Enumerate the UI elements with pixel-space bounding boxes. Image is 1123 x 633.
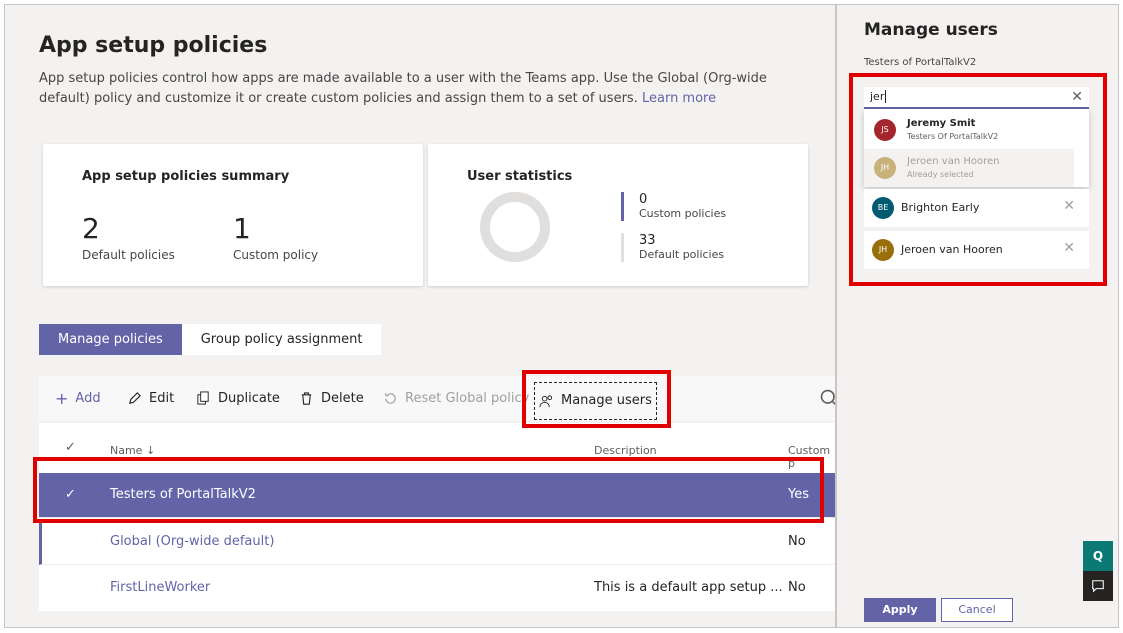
search-value: jer <box>870 90 885 103</box>
custom-policy-label: Custom policy <box>233 248 319 262</box>
stat-default: 33 Default policies <box>621 233 724 262</box>
remove-user-icon[interactable]: ✕ <box>1063 240 1075 256</box>
manage-users-button[interactable]: Manage users <box>534 382 657 420</box>
selected-user-item: BE Brighton Early ✕ <box>864 189 1089 227</box>
text-cursor <box>885 90 887 103</box>
name-column-header[interactable]: Name ↓ <box>110 444 155 457</box>
manage-users-label: Manage users <box>561 393 652 408</box>
people-icon <box>539 394 553 407</box>
panel-subtitle: Testers of PortalTalkV2 <box>864 57 977 68</box>
chat-bubble-icon <box>1092 580 1104 593</box>
tab-manage-policies[interactable]: Manage policies <box>39 324 182 355</box>
policies-table: ✓ Name ↓ Description Custom p ✓ Testers … <box>39 423 835 611</box>
page-description: App setup policies control how apps are … <box>39 69 809 109</box>
app-frame: App setup policies App setup policies co… <box>0 0 1123 633</box>
command-toolbar: + Add Edit Duplicate Delete Reset Global… <box>39 376 836 421</box>
feedback-icon[interactable]: Q <box>1083 541 1113 571</box>
user-suggestions-dropdown: JS Jeremy Smit Testers Of PortalTalkV2 J… <box>864 109 1089 187</box>
tab-bar: Manage policies Group policy assignment <box>39 324 382 355</box>
selected-user-name: Brighton Early <box>901 201 980 214</box>
edit-label: Edit <box>149 391 175 406</box>
manage-users-panel: Manage users Testers of PortalTalkV2 jer… <box>836 4 1119 628</box>
selected-user-item: JH Jeroen van Hooren ✕ <box>864 231 1089 269</box>
row-name: Testers of PortalTalkV2 <box>110 487 256 502</box>
cancel-button[interactable]: Cancel <box>941 598 1013 622</box>
remove-user-icon[interactable]: ✕ <box>1063 198 1075 214</box>
stat-default-count: 33 <box>639 233 656 248</box>
name-header-label: Name <box>110 444 143 457</box>
custom-column-header: Custom p <box>788 444 831 470</box>
plus-icon: + <box>55 389 69 408</box>
avatar: BE <box>872 197 894 219</box>
table-row[interactable]: FirstLineWorker This is a default app se… <box>39 566 835 611</box>
default-policies-count: 2 <box>82 212 100 245</box>
stat-custom: 0 Custom policies <box>621 192 726 221</box>
delete-button[interactable]: Delete <box>299 376 364 421</box>
row-custom: No <box>788 534 806 549</box>
reset-icon <box>385 392 396 404</box>
pencil-icon <box>129 392 141 404</box>
user-statistics-card: User statistics 0 Custom policies 33 Def… <box>428 144 808 286</box>
stat-custom-count: 0 <box>639 192 648 207</box>
page-title: App setup policies <box>39 33 268 58</box>
search-icon[interactable] <box>819 388 836 408</box>
row-custom: Yes <box>788 487 809 502</box>
sort-down-icon: ↓ <box>145 444 156 457</box>
duplicate-button[interactable]: Duplicate <box>196 376 280 421</box>
panel-title: Manage users <box>864 20 998 40</box>
suggestion-item: JH Jeroen van Hooren Already selected <box>864 149 1074 187</box>
duplicate-label: Duplicate <box>218 391 280 406</box>
table-header: ✓ Name ↓ Description Custom p <box>39 423 835 470</box>
avatar: JS <box>874 119 896 141</box>
suggestion-name: Jeroen van Hooren <box>907 156 1000 167</box>
tab-group-policy-assignment[interactable]: Group policy assignment <box>182 324 382 355</box>
row-name-link[interactable]: Global (Org-wide default) <box>110 534 274 549</box>
suggestion-name: Jeremy Smit <box>907 118 976 129</box>
select-all-check-icon[interactable]: ✓ <box>65 440 76 455</box>
table-row[interactable]: Global (Org-wide default) No <box>39 520 835 565</box>
suggestion-item[interactable]: JS Jeremy Smit Testers Of PortalTalkV2 <box>864 111 1074 149</box>
summary-card: App setup policies summary 2 Default pol… <box>43 144 423 286</box>
avatar: JH <box>872 239 894 261</box>
main-content: App setup policies App setup policies co… <box>4 4 836 628</box>
selected-user-name: Jeroen van Hooren <box>901 243 1003 256</box>
reset-global-policy-button[interactable]: Reset Global policy <box>383 376 529 421</box>
user-statistics-title: User statistics <box>467 169 573 184</box>
table-row[interactable]: ✓ Testers of PortalTalkV2 Yes <box>39 473 835 518</box>
suggestion-subtext: Testers Of PortalTalkV2 <box>907 132 999 141</box>
edit-button[interactable]: Edit <box>127 376 174 421</box>
custom-policy-count: 1 <box>233 212 251 245</box>
suggestion-subtext: Already selected <box>907 170 974 179</box>
summary-card-title: App setup policies summary <box>82 169 290 184</box>
row-check-icon[interactable]: ✓ <box>65 487 76 502</box>
user-statistics-donut <box>480 192 550 262</box>
clear-search-icon[interactable]: ✕ <box>1071 89 1083 105</box>
avatar: JH <box>874 157 896 179</box>
delete-label: Delete <box>321 391 364 406</box>
user-search-input[interactable]: jer ✕ <box>864 87 1089 109</box>
apply-button[interactable]: Apply <box>864 598 936 622</box>
chat-icon[interactable] <box>1083 571 1113 601</box>
trash-icon <box>301 392 312 405</box>
add-button[interactable]: + Add <box>55 376 101 421</box>
add-label: Add <box>75 391 101 406</box>
duplicate-icon <box>197 391 209 405</box>
reset-label: Reset Global policy <box>405 391 530 406</box>
default-policies-label: Default policies <box>82 248 175 262</box>
stat-custom-label: Custom policies <box>639 207 727 220</box>
stat-default-label: Default policies <box>639 248 725 261</box>
row-name-link[interactable]: FirstLineWorker <box>110 580 210 595</box>
row-custom: No <box>788 580 806 595</box>
row-description: This is a default app setup ... <box>594 580 783 595</box>
description-column-header: Description <box>594 444 657 457</box>
learn-more-link[interactable]: Learn more <box>642 91 716 106</box>
